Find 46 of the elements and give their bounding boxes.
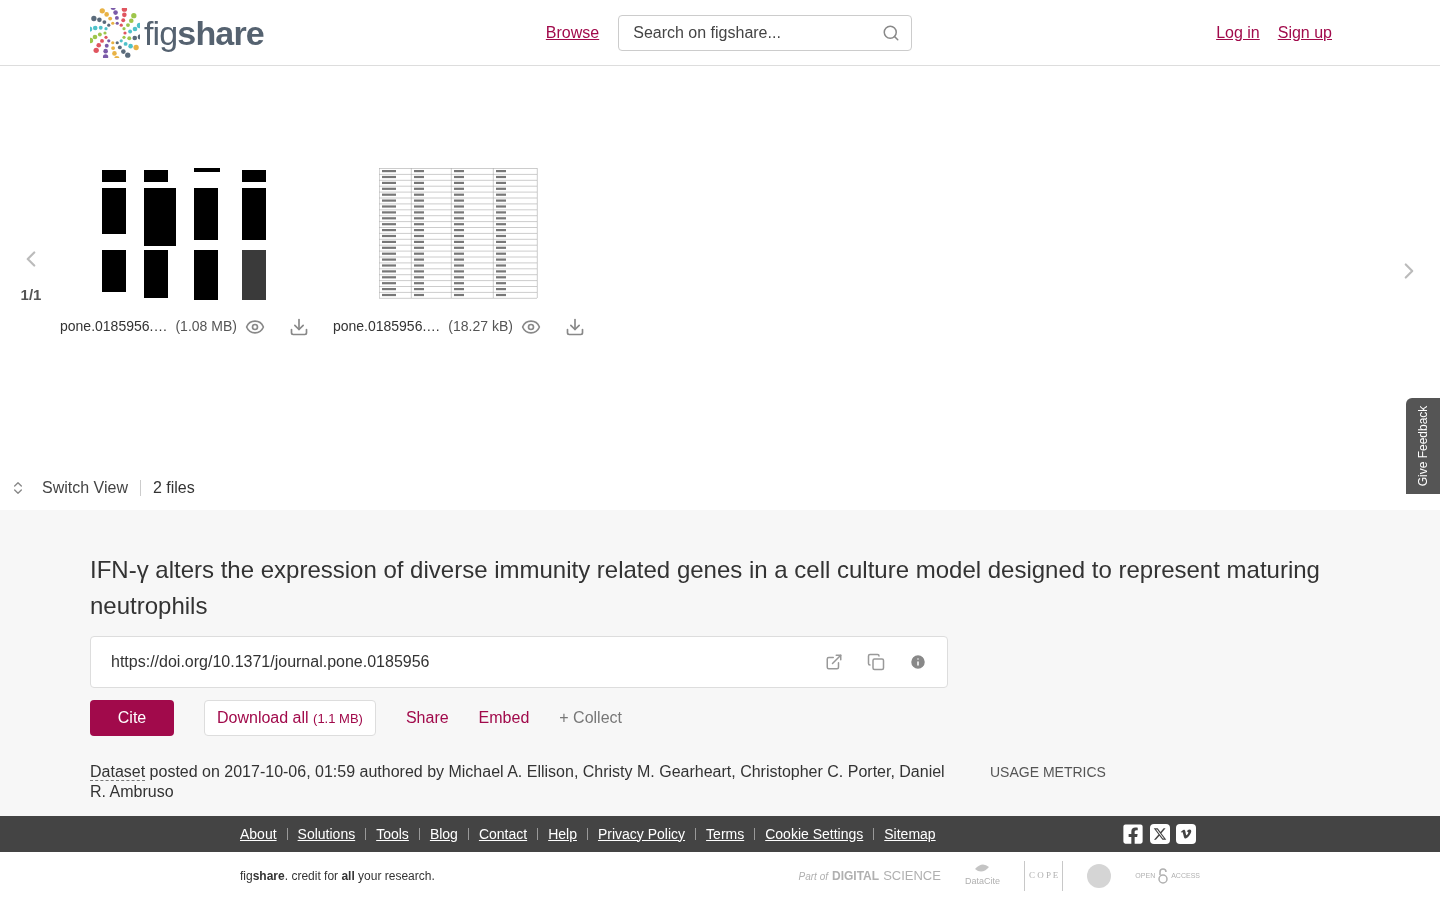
page-counter: 1/1 [20,285,42,305]
cite-button[interactable]: Cite [90,700,174,736]
footer-link[interactable]: Contact [478,823,528,845]
login-link[interactable]: Log in [1216,20,1260,45]
footer-tagline: figshare. credit for all your research. [240,868,435,885]
facebook-icon[interactable] [1122,823,1144,845]
signup-link[interactable]: Sign up [1277,20,1332,45]
file-name[interactable]: pone.0185956.… [60,316,168,337]
footer-link[interactable]: Help [548,823,577,845]
footer-link[interactable]: Terms [706,823,745,845]
partner-logo: DataCite [964,863,1000,889]
footer-link[interactable]: Tools [376,823,409,845]
x-icon[interactable] [1150,824,1170,844]
logo-text[interactable]: figshare [144,15,264,50]
search-field[interactable]: Search on figshare... [618,14,913,51]
search-icon[interactable] [882,23,901,42]
footer-link[interactable]: Blog [429,823,458,845]
vimeo-icon[interactable] [1176,824,1196,844]
dataset-type-link[interactable]: Dataset [90,763,146,781]
footer-link[interactable]: Sitemap [884,823,936,845]
footer-link[interactable]: Cookie Settings [765,823,864,845]
download-all-button[interactable]: Download all (1.1 MB) [204,700,376,736]
file-size: (18.27 kB) [448,317,513,336]
feedback-tab[interactable]: Give Feedback [1406,398,1440,494]
item-title: IFN-γ alters the expression of diverse immunity related genes in a cell culture model designed to represent maturing neutrophils [90,555,1321,621]
file-size: (1.08 MB) [175,317,237,336]
file-name[interactable]: pone.0185956.… [332,316,441,337]
logo-icon [90,7,140,58]
info-icon[interactable] [909,653,927,671]
embed-link[interactable]: Embed [478,706,530,730]
external-link-icon[interactable] [825,653,843,671]
browse-link[interactable]: Browse [545,20,600,45]
collect-link[interactable]: + Collect [559,706,622,730]
share-link[interactable]: Share [405,706,449,730]
posted-info: Dataset posted on 2017-10-06, 01:59 authored by Michael A. Ellison, Christy M. Gearheart, Christopher C. Porter, Daniel R. Ambruso [90,762,946,802]
footer-link[interactable]: Solutions [297,823,356,845]
footer-link[interactable]: About [240,823,277,845]
footer-link[interactable]: Privacy Policy [597,823,686,845]
switch-view-button[interactable]: Switch View [42,476,128,500]
file-count: 2 files [152,478,195,498]
download-icon[interactable] [288,316,309,337]
partner-logo: Part of DIGITAL SCIENCE [798,867,941,886]
usage-metrics-heading: USAGE METRICS [990,763,1106,782]
download-icon[interactable] [564,316,585,337]
seal-icon [1087,864,1112,888]
copy-icon[interactable] [867,653,885,671]
